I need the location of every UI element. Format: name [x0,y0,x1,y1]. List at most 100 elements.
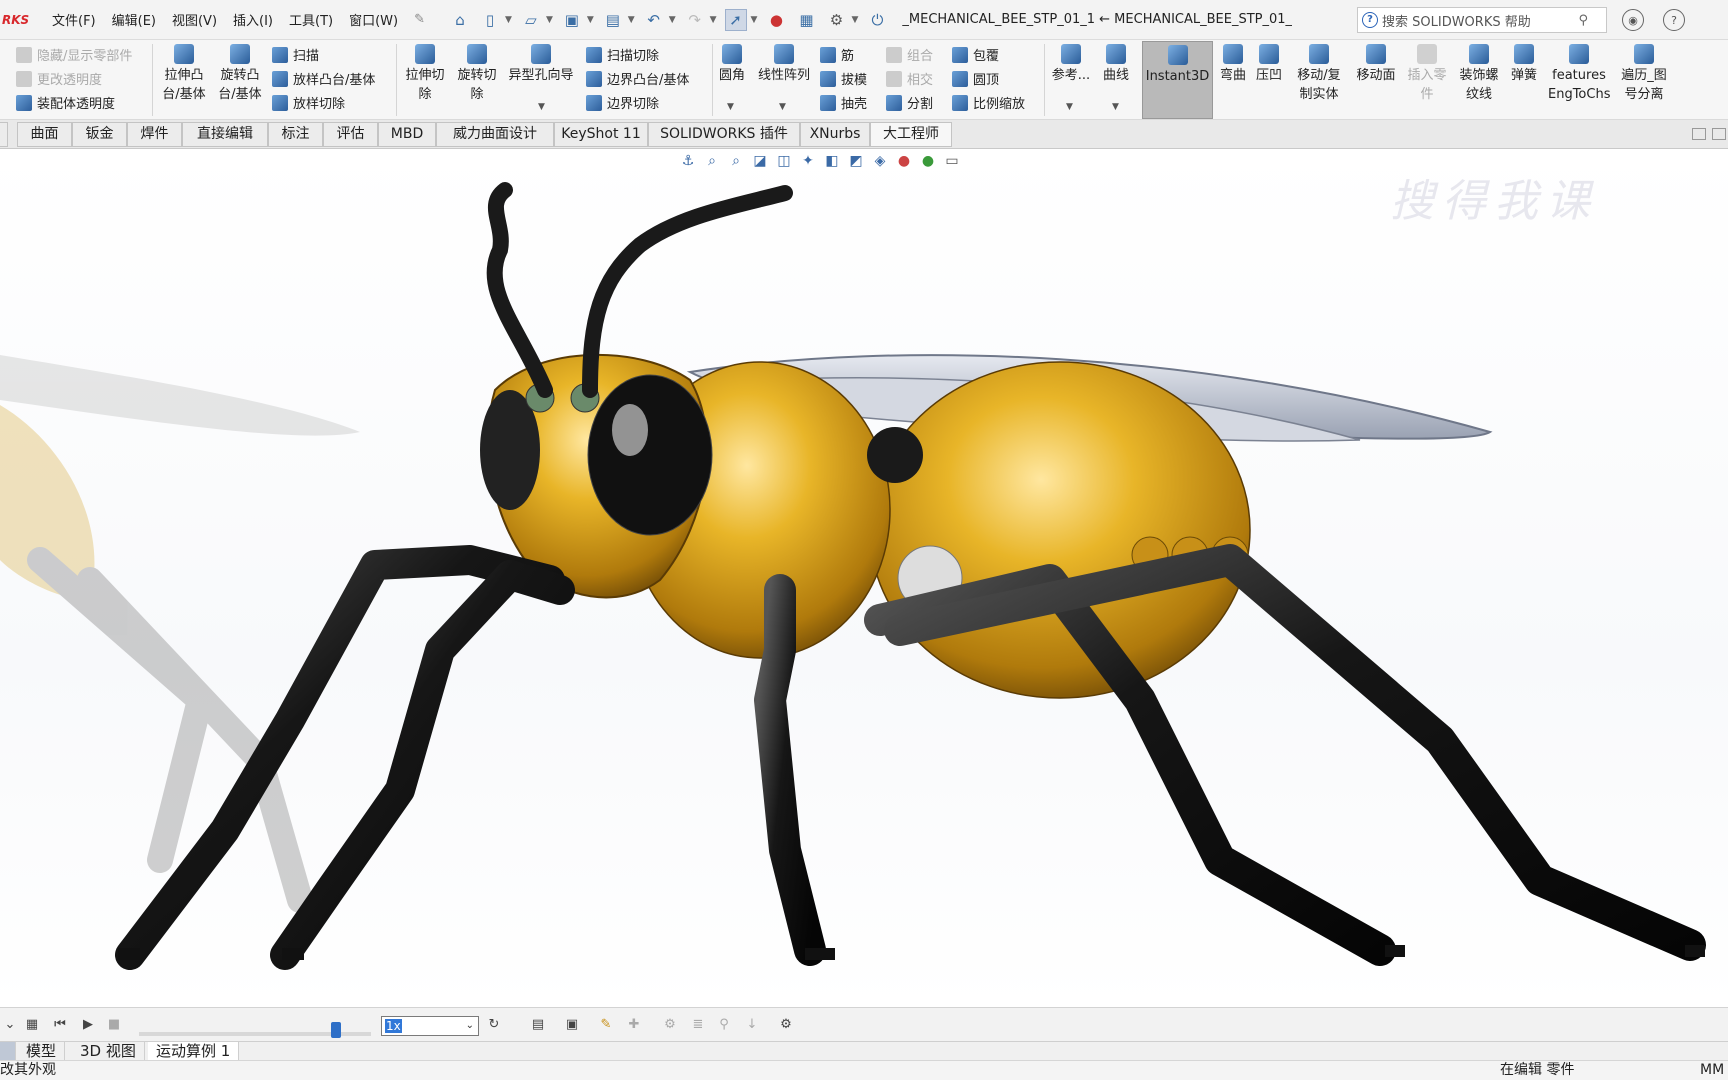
wrap-button[interactable]: 包覆 [952,45,999,64]
search-icon[interactable]: ⚲ [1578,13,1588,28]
boundary-cut-button[interactable]: 边界切除 [586,93,659,112]
calculate-icon[interactable]: ▦ [24,1017,40,1033]
curves-dropdown-icon[interactable]: ▼ [1112,102,1119,112]
tab-motion-study-1[interactable]: 运动算例 1 [148,1042,240,1061]
open-folder-icon[interactable]: ▱ [520,9,542,31]
tab-mbd[interactable]: MBD [378,122,436,147]
new-dropdown-icon[interactable]: ▼ [505,15,512,25]
menu-insert[interactable]: 插入(I) [225,10,281,29]
redo-dropdown-icon[interactable]: ▼ [710,15,717,25]
new-document-icon[interactable]: ▯ [479,9,501,31]
reference-geometry-button[interactable]: 参考... [1048,44,1094,85]
extrude-cut-button[interactable]: 拉伸切除 [400,44,450,104]
file-properties-icon[interactable]: ▦ [795,9,817,31]
sweep-cut-button[interactable]: 扫描切除 [586,45,659,64]
restore-window-icon[interactable] [1692,128,1706,140]
revolve-boss-button[interactable]: 旋转凸 台/基体 [214,44,266,104]
linear-pattern-button[interactable]: 线性阵列 [753,44,815,85]
tab-power-surfacing[interactable]: 威力曲面设计 [436,122,554,147]
playback-slider-thumb[interactable] [331,1022,342,1038]
maximize-window-icon[interactable] [1712,128,1726,140]
fillet-button[interactable]: 圆角 [716,44,748,85]
cosmetic-thread-button[interactable]: 装饰螺 纹线 [1454,44,1504,104]
assembly-transparency[interactable]: 装配体透明度 [16,93,115,112]
help-question-icon[interactable]: ? [1663,9,1685,31]
menu-edit[interactable]: 编辑(E) [104,10,164,29]
scale-button[interactable]: 比例缩放 [952,93,1025,112]
autokey-icon[interactable]: ✎ [598,1017,614,1033]
add-key-icon[interactable]: ✚ [626,1017,642,1033]
tab-weldments[interactable]: 焊件 [127,122,182,147]
play-from-start-icon[interactable]: ⏮ [52,1017,68,1033]
print-icon[interactable]: ▤ [602,9,624,31]
select-dropdown-icon[interactable]: ▼ [751,15,758,25]
account-icon[interactable]: ◉ [1622,9,1644,31]
indent-button[interactable]: 压凹 [1252,44,1286,85]
play-icon[interactable]: ▶ [80,1017,96,1033]
playback-mode-loop-icon[interactable]: ↻ [486,1017,502,1033]
playback-speed-select[interactable]: 1x ⌄ [381,1016,479,1036]
loft-boss-button[interactable]: 放样凸台/基体 [272,69,375,88]
pattern-dropdown-icon[interactable]: ▼ [779,102,786,112]
boundary-boss-button[interactable]: 边界凸台/基体 [586,69,689,88]
sweep-button[interactable]: 扫描 [272,45,319,64]
tab-features[interactable] [0,122,8,147]
shell-button[interactable]: 抽壳 [820,93,867,112]
tab-markup[interactable]: 标注 [268,122,323,147]
menu-file[interactable]: 文件(F) [44,10,104,29]
pin-icon[interactable]: ✎ [414,12,425,27]
spring-tool-icon[interactable]: ≣ [690,1017,706,1033]
select-cursor-icon[interactable]: ➚ [724,8,747,31]
print-dropdown-icon[interactable]: ▼ [628,15,635,25]
hide-show-components[interactable]: 隐藏/显示零部件 [16,45,132,64]
open-dropdown-icon[interactable]: ▼ [546,15,553,25]
options-gear-icon[interactable]: ⚙ [825,9,847,31]
redo-icon[interactable]: ↷ [684,9,706,31]
intersect-button[interactable]: 相交 [886,69,933,88]
tab-keyshot[interactable]: KeyShot 11 [554,122,648,147]
tab-evaluate[interactable]: 评估 [323,122,378,147]
move-face-button[interactable]: 移动面 [1352,44,1400,85]
undo-dropdown-icon[interactable]: ▼ [669,15,676,25]
menu-tools[interactable]: 工具(T) [281,10,341,29]
animation-wizard-icon[interactable]: ▣ [564,1017,580,1033]
loft-cut-button[interactable]: 放样切除 [272,93,345,112]
insert-part-button[interactable]: 插入零件 [1402,44,1452,104]
tab-big-engineer[interactable]: 大工程师 [870,122,952,147]
unit-system[interactable]: MM [1700,1061,1724,1080]
graphics-area[interactable]: ⚓ ⌕ ⌕ ◪ ◫ ✦ ◧ ◩ ◈ ● ● ▭ 搜得我课 [0,149,1728,1007]
motion-type-dropdown-icon[interactable]: ⌄ [2,1017,18,1033]
hole-wizard-dropdown-icon[interactable]: ▼ [538,102,545,112]
motor-icon[interactable]: ⚙ [662,1017,678,1033]
force-icon[interactable]: ↓ [744,1017,760,1033]
damper-icon[interactable]: ⚲ [716,1017,732,1033]
save-icon[interactable]: ▣ [561,9,583,31]
traffic-light-icon[interactable]: ● [765,9,787,31]
hole-wizard-button[interactable]: 异型孔向导 [504,44,578,85]
tab-solidworks-addins[interactable]: SOLIDWORKS 插件 [648,122,800,147]
reference-dropdown-icon[interactable]: ▼ [1066,102,1073,112]
save-dropdown-icon[interactable]: ▼ [587,15,594,25]
motion-properties-gear-icon[interactable]: ⚙ [778,1017,794,1033]
instant3d-button[interactable]: Instant3D [1142,41,1213,119]
undo-icon[interactable]: ↶ [643,9,665,31]
menu-view[interactable]: 视图(V) [164,10,225,29]
tab-3d-views[interactable]: 3D 视图 [72,1042,145,1061]
fillet-dropdown-icon[interactable]: ▼ [727,102,734,112]
combine-button[interactable]: 组合 [886,45,933,64]
tab-xnurbs[interactable]: XNurbs [800,122,870,147]
traverse-split-button[interactable]: 遍历_图 号分离 [1614,44,1674,104]
menu-window[interactable]: 窗口(W) [341,10,406,29]
change-transparency[interactable]: 更改透明度 [16,69,102,88]
tab-scroll-left[interactable] [0,1042,16,1061]
rib-button[interactable]: 筋 [820,45,854,64]
tab-model[interactable]: 模型 [18,1042,66,1061]
tab-sheet-metal[interactable]: 钣金 [72,122,127,147]
move-copy-body-button[interactable]: 移动/复 制实体 [1288,44,1350,104]
home-icon[interactable]: ⌂ [449,9,471,31]
save-animation-icon[interactable]: ▤ [530,1017,546,1033]
curves-button[interactable]: 曲线 [1098,44,1134,85]
help-search-input[interactable]: ? 搜索 SOLIDWORKS 帮助 ⚲ [1357,7,1607,33]
extrude-boss-button[interactable]: 拉伸凸 台/基体 [158,44,210,104]
spring-button[interactable]: 弹簧 [1506,44,1542,85]
